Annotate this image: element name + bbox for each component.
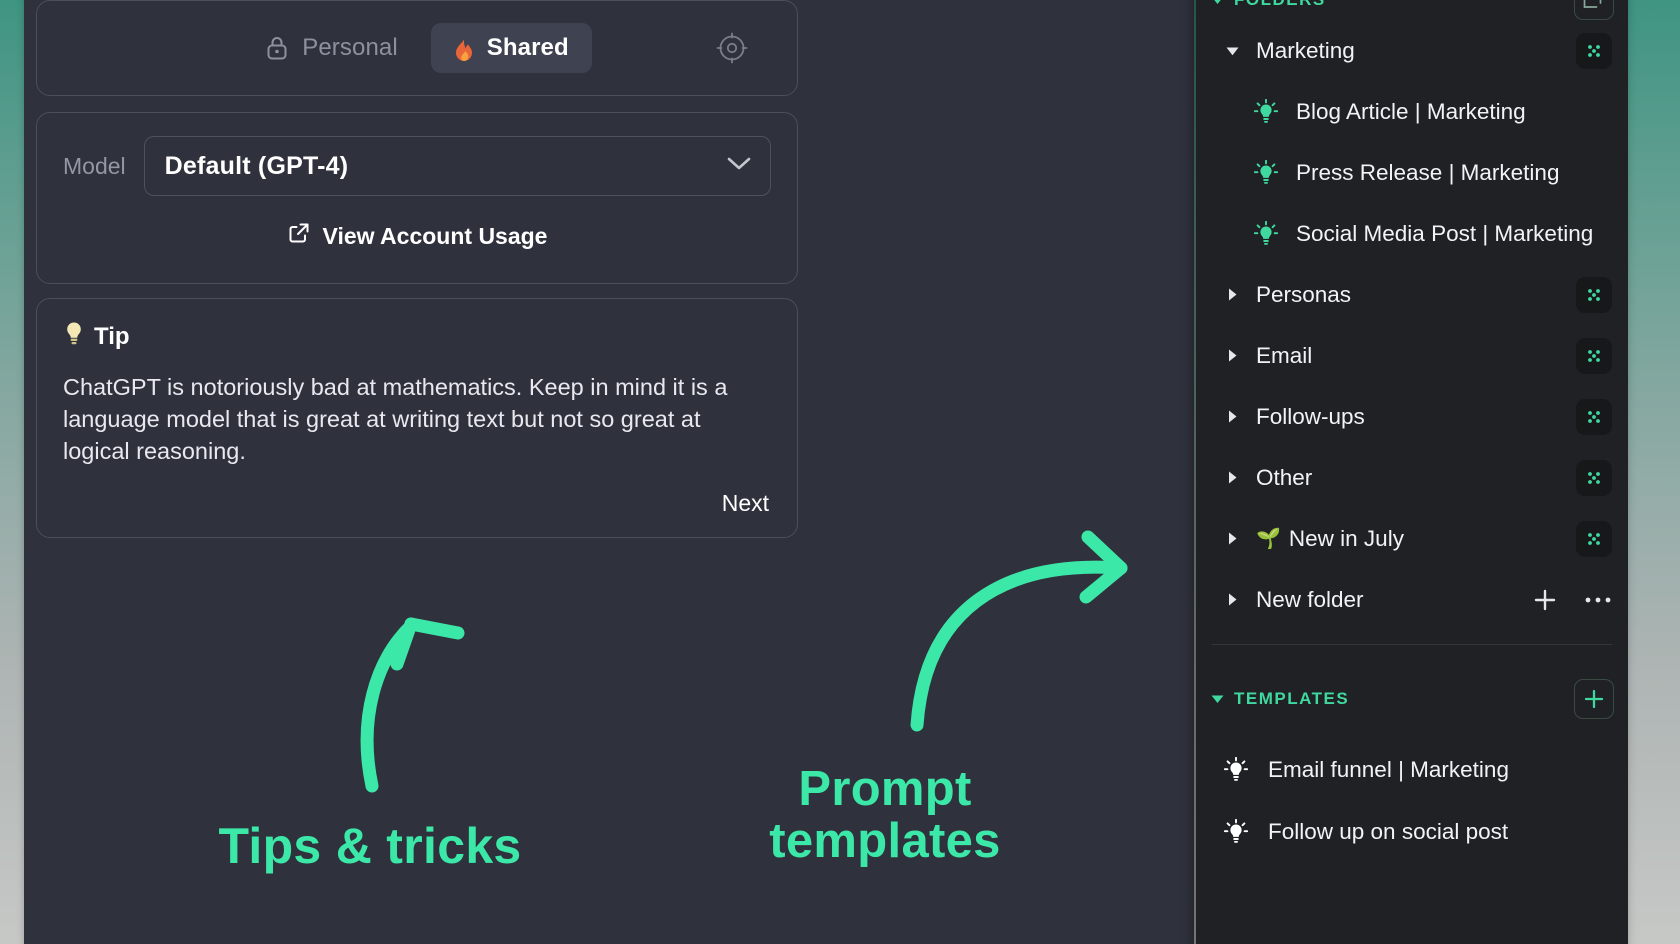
- seedling-emoji-icon: 🌱: [1256, 528, 1281, 550]
- caret-right-icon[interactable]: [1224, 531, 1240, 546]
- model-row: Model Default (GPT-4): [63, 136, 771, 196]
- tip-header: Tip: [65, 321, 130, 352]
- prompt-row-blog-article[interactable]: Blog Article | Marketing: [1196, 81, 1628, 142]
- drag-handle-icon[interactable]: [1576, 276, 1612, 313]
- plus-icon[interactable]: [1532, 587, 1558, 613]
- prompt-row-social-media-post[interactable]: Social Media Post | Marketing: [1196, 203, 1628, 264]
- lightbulb-icon: [65, 321, 83, 352]
- add-template-button[interactable]: [1574, 679, 1614, 719]
- drag-handle-icon[interactable]: [1576, 398, 1612, 435]
- template-label: Email funnel | Marketing: [1268, 757, 1509, 782]
- folder-label: Personas: [1256, 281, 1352, 307]
- folder-label: Follow-ups: [1256, 403, 1365, 429]
- bulb-green-icon: [1254, 220, 1280, 247]
- folders-section-header[interactable]: FOLDERS: [1196, 0, 1628, 20]
- caret-down-icon[interactable]: [1224, 45, 1240, 57]
- caret-right-icon[interactable]: [1224, 470, 1240, 485]
- folder-row-personas[interactable]: Personas: [1196, 264, 1628, 325]
- chevron-down-icon: [1210, 693, 1225, 705]
- lock-icon: [265, 35, 289, 61]
- tab-shared[interactable]: Shared: [430, 23, 592, 73]
- bulb-white-icon: [1224, 757, 1250, 783]
- prompt-label: Press Release | Marketing: [1296, 159, 1560, 185]
- bulb-white-icon: [1224, 819, 1250, 845]
- folder-label: New folder: [1256, 586, 1364, 612]
- view-account-usage-link[interactable]: View Account Usage: [37, 221, 797, 251]
- caret-right-icon[interactable]: [1224, 348, 1240, 363]
- model-selected-value: Default (GPT-4): [164, 151, 349, 180]
- caret-right-icon[interactable]: [1224, 287, 1240, 302]
- folder-row-actions: [1532, 587, 1612, 613]
- new-folder-icon[interactable]: [1574, 0, 1614, 20]
- templates-section-header[interactable]: TEMPLATES: [1196, 679, 1628, 719]
- model-card: Model Default (GPT-4) View Account Usage: [36, 112, 798, 284]
- drag-handle-icon[interactable]: [1576, 520, 1612, 557]
- model-label: Model: [63, 152, 126, 179]
- tip-next-button[interactable]: Next: [722, 490, 769, 517]
- tab-personal-label: Personal: [302, 34, 398, 61]
- drag-handle-icon[interactable]: [1576, 337, 1612, 374]
- scope-segmented-control: Personal Shared: [37, 1, 797, 95]
- caret-right-icon[interactable]: [1224, 592, 1240, 607]
- view-account-usage-label: View Account Usage: [322, 222, 548, 249]
- folder-label: Email: [1256, 342, 1313, 368]
- tip-card: Tip ChatGPT is notoriously bad at mathem…: [36, 298, 798, 538]
- chevron-down-icon: [1210, 0, 1225, 6]
- folder-label: New in July: [1288, 525, 1404, 551]
- templates-section-title: TEMPLATES: [1234, 689, 1350, 708]
- bulb-green-icon: [1254, 159, 1280, 186]
- folder-row-other[interactable]: Other: [1196, 447, 1628, 508]
- chevron-down-icon: [726, 156, 752, 177]
- settings-panel: Personal Shared Model Default (GPT-4) Vi…: [24, 0, 1194, 944]
- external-link-icon: [287, 221, 311, 251]
- template-row-follow-up-social[interactable]: Follow up on social post: [1196, 801, 1628, 863]
- sidebar-divider: [1212, 644, 1612, 645]
- folder-row-follow-ups[interactable]: Follow-ups: [1196, 386, 1628, 447]
- folder-label: Other: [1256, 464, 1313, 490]
- folders-section-title: FOLDERS: [1234, 0, 1326, 10]
- prompt-row-press-release[interactable]: Press Release | Marketing: [1196, 142, 1628, 203]
- drag-handle-icon[interactable]: [1576, 32, 1612, 69]
- folder-row-email[interactable]: Email: [1196, 325, 1628, 386]
- folder-row-marketing[interactable]: Marketing: [1196, 20, 1628, 81]
- folder-label: Marketing: [1256, 37, 1355, 63]
- prompt-label: Social Media Post | Marketing: [1296, 220, 1594, 246]
- caret-right-icon[interactable]: [1224, 409, 1240, 424]
- tip-title: Tip: [94, 322, 130, 350]
- folder-row-new-folder[interactable]: New folder: [1196, 569, 1628, 630]
- bulb-green-icon: [1254, 98, 1280, 125]
- folder-row-new-in-july[interactable]: 🌱 New in July: [1196, 508, 1628, 569]
- tab-shared-label: Shared: [486, 34, 569, 61]
- prompt-label: Blog Article | Marketing: [1296, 98, 1526, 124]
- drag-handle-icon[interactable]: [1576, 459, 1612, 496]
- more-options-icon[interactable]: [1584, 596, 1612, 604]
- gear-icon[interactable]: [715, 31, 749, 65]
- tip-body-text: ChatGPT is notoriously bad at mathematic…: [63, 374, 728, 465]
- flame-icon: [454, 35, 474, 62]
- model-select[interactable]: Default (GPT-4): [143, 136, 771, 196]
- app-screenshot: Personal Shared Model Default (GPT-4) Vi…: [0, 0, 1680, 944]
- tab-personal[interactable]: Personal: [242, 23, 421, 73]
- template-label: Follow up on social post: [1268, 819, 1509, 844]
- template-row-email-funnel[interactable]: Email funnel | Marketing: [1196, 739, 1628, 801]
- scope-segmented-card: Personal Shared: [36, 0, 798, 96]
- prompt-sidebar: FOLDERS Marketing: [1196, 0, 1628, 944]
